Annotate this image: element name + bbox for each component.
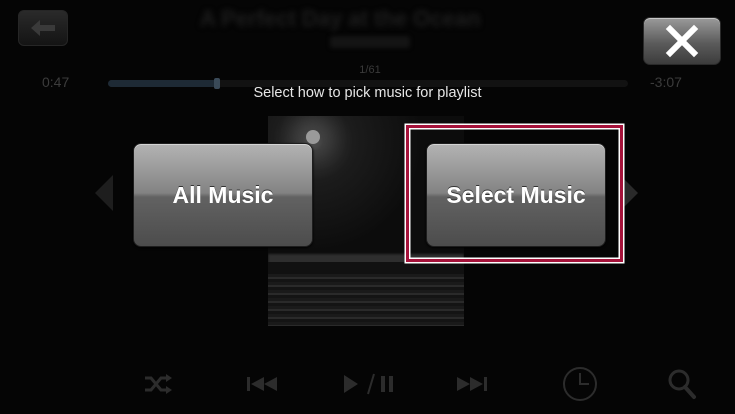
back-button[interactable] <box>18 10 68 46</box>
playback-controls <box>0 362 735 406</box>
dialog-prompt: Select how to pick music for playlist <box>253 85 482 101</box>
shuffle-icon <box>145 374 172 394</box>
player-background: A Perfect Day at the Ocean 0:47 1/61 -3:… <box>0 0 735 414</box>
search-icon <box>668 369 696 399</box>
shuffle-button[interactable] <box>138 362 178 406</box>
select-music-button[interactable]: Select Music <box>426 143 606 247</box>
search-button[interactable] <box>662 362 702 406</box>
next-track-button[interactable] <box>448 362 494 406</box>
song-artist <box>330 36 410 48</box>
close-button[interactable] <box>643 17 721 65</box>
play-pause-button[interactable] <box>337 362 399 406</box>
track-count: 1/61 <box>359 64 381 76</box>
previous-track-button[interactable] <box>240 362 286 406</box>
previous-album-arrow-icon[interactable] <box>95 175 113 211</box>
song-title: A Perfect Day at the Ocean <box>200 6 481 31</box>
clock-icon <box>563 367 597 401</box>
previous-track-icon <box>247 377 277 391</box>
timer-button[interactable] <box>558 362 602 406</box>
all-music-button[interactable]: All Music <box>133 143 313 247</box>
next-track-icon <box>457 377 487 391</box>
music-player-screen: A Perfect Day at the Ocean 0:47 1/61 -3:… <box>0 0 735 414</box>
back-arrow-icon <box>31 20 55 36</box>
close-x-icon <box>665 24 699 58</box>
play-pause-icon <box>344 373 393 395</box>
